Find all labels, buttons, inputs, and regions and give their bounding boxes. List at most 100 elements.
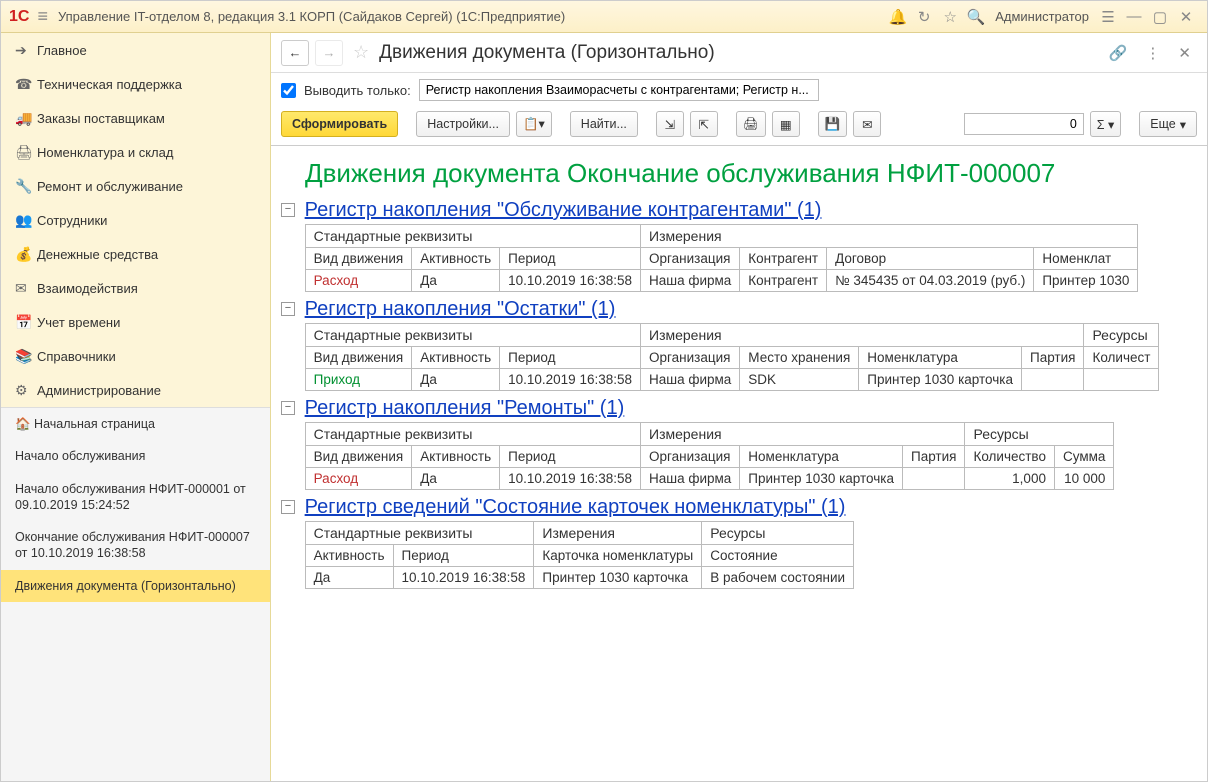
register-link-0[interactable]: Регистр накопления "Обслуживание контраг…	[305, 199, 822, 221]
mail-icon[interactable]: ✉	[853, 111, 881, 137]
sidebar-icon: ⚙	[15, 382, 37, 399]
group-header: Ресурсы	[965, 423, 1114, 446]
collapse-toggle[interactable]: −	[281, 401, 295, 415]
register-link-2[interactable]: Регистр накопления "Ремонты" (1)	[305, 397, 625, 419]
cell: Принтер 1030 карточка	[534, 567, 702, 589]
bell-icon[interactable]: 🔔	[885, 8, 911, 26]
sidebar-icon: 📅	[15, 314, 37, 331]
register-link-1[interactable]: Регистр накопления "Остатки" (1)	[305, 298, 616, 320]
open-item-2[interactable]: Начало обслуживания НФИТ-000001 от 09.10…	[1, 473, 270, 522]
minimize-icon[interactable]: —	[1121, 8, 1147, 25]
expand-icon[interactable]: ⇲	[656, 111, 684, 137]
open-item-0[interactable]: 🏠 Начальная страница	[1, 408, 270, 440]
register-link-3[interactable]: Регистр сведений "Состояние карточек ном…	[305, 496, 846, 518]
report-title: Движения документа Окончание обслуживани…	[281, 152, 1207, 193]
sidebar-item-1[interactable]: ☎Техническая поддержка	[1, 67, 270, 101]
col-header: Количество	[965, 446, 1055, 468]
col-header: Вид движения	[305, 248, 412, 270]
col-header: Период	[500, 248, 641, 270]
col-header: Организация	[641, 446, 740, 468]
cell: 10.10.2019 16:38:58	[500, 468, 641, 490]
more-button[interactable]: Еще ▾	[1139, 111, 1197, 137]
filter-checkbox[interactable]	[281, 83, 296, 98]
sidebar-item-8[interactable]: 📅Учет времени	[1, 305, 270, 339]
col-header: Договор	[827, 248, 1034, 270]
open-item-3[interactable]: Окончание обслуживания НФИТ-000007 от 10…	[1, 521, 270, 570]
group-header: Измерения	[641, 324, 1084, 347]
sidebar-icon: 🔧	[15, 178, 37, 195]
more-icon[interactable]: ⋮	[1139, 44, 1166, 62]
sidebar-item-5[interactable]: 👥Сотрудники	[1, 203, 270, 237]
home-icon: 🏠	[15, 417, 31, 431]
sidebar-item-7[interactable]: ✉Взаимодействия	[1, 271, 270, 305]
collapse-toggle[interactable]: −	[281, 500, 295, 514]
col-header: Партия	[1021, 347, 1083, 369]
save-icon[interactable]: 💾	[818, 111, 848, 137]
variants-button[interactable]: 📋▾	[516, 111, 552, 137]
cell: 10.10.2019 16:38:58	[393, 567, 534, 589]
table-row: Да10.10.2019 16:38:58Принтер 1030 карточ…	[305, 567, 853, 589]
form-button[interactable]: Сформировать	[281, 111, 398, 137]
cell: Наша фирма	[641, 468, 740, 490]
link-icon[interactable]: 🔗	[1103, 44, 1134, 62]
sidebar-item-10[interactable]: ⚙Администрирование	[1, 373, 270, 407]
menu-icon[interactable]: ≡	[37, 6, 48, 27]
page-title: Движения документа (Горизонтально)	[379, 42, 1097, 64]
register-table: Стандартные реквизитыИзмеренияРесурсы Ви…	[305, 422, 1115, 490]
close-icon[interactable]: ✕	[1173, 8, 1199, 26]
sidebar-item-0[interactable]: ➔Главное	[1, 33, 270, 67]
cell: Да	[412, 369, 500, 391]
sidebar-icon: 📚	[15, 348, 37, 365]
open-item-4[interactable]: Движения документа (Горизонтально)	[1, 570, 270, 602]
search-icon[interactable]: 🔍	[963, 8, 989, 26]
collapse-toggle[interactable]: −	[281, 302, 295, 316]
open-item-1[interactable]: Начало обслуживания	[1, 440, 270, 472]
collapse-icon[interactable]: ⇱	[690, 111, 718, 137]
register-table: Стандартные реквизитыИзмеренияРесурсы Ак…	[305, 521, 854, 589]
collapse-toggle[interactable]: −	[281, 203, 295, 217]
col-header: Номенклат	[1034, 248, 1138, 270]
maximize-icon[interactable]: ▢	[1147, 8, 1173, 26]
sidebar-item-6[interactable]: 💰Денежные средства	[1, 237, 270, 271]
col-header: Активность	[412, 446, 500, 468]
user-label[interactable]: Администратор	[989, 9, 1095, 24]
cell: Принтер 1030 карточка	[859, 369, 1022, 391]
filter-input[interactable]	[419, 79, 819, 101]
sidebar-icon: 🖨	[15, 144, 37, 161]
register-table: Стандартные реквизитыИзмерения Вид движе…	[305, 224, 1139, 292]
find-button[interactable]: Найти...	[570, 111, 638, 137]
sidebar-icon: ➔	[15, 42, 37, 59]
sidebar-item-4[interactable]: 🔧Ремонт и обслуживание	[1, 169, 270, 203]
col-header: Состояние	[702, 545, 854, 567]
forward-button[interactable]: →	[315, 40, 343, 66]
col-header: Сумма	[1054, 446, 1113, 468]
col-header: Активность	[412, 248, 500, 270]
col-header: Период	[500, 347, 641, 369]
sidebar-item-3[interactable]: 🖨Номенклатура и склад	[1, 135, 270, 169]
group-header: Стандартные реквизиты	[305, 324, 640, 347]
close-tab-icon[interactable]: ✕	[1172, 44, 1197, 62]
back-button[interactable]: ←	[281, 40, 309, 66]
group-header: Измерения	[534, 522, 702, 545]
cell: 10.10.2019 16:38:58	[500, 369, 641, 391]
sidebar-label: Взаимодействия	[37, 281, 138, 296]
sigma-button[interactable]: Σ ▾	[1090, 111, 1121, 137]
sidebar-item-2[interactable]: 🚚Заказы поставщикам	[1, 101, 270, 135]
print-icon[interactable]: 🖨	[736, 111, 766, 137]
settings-button[interactable]: Настройки...	[416, 111, 510, 137]
cell: Принтер 1030 карточка	[740, 468, 903, 490]
history-icon[interactable]: ↻	[911, 8, 937, 26]
sidebar-label: Главное	[37, 43, 87, 58]
cell: Да	[412, 270, 500, 292]
report-area: Движения документа Окончание обслуживани…	[271, 146, 1207, 781]
filter-label: Выводить только:	[304, 83, 411, 98]
group-header: Стандартные реквизиты	[305, 522, 534, 545]
sum-input[interactable]	[964, 113, 1084, 135]
settings-icon[interactable]: ☰	[1095, 8, 1121, 26]
col-header: Активность	[305, 545, 393, 567]
sidebar-item-9[interactable]: 📚Справочники	[1, 339, 270, 373]
cell: Контрагент	[740, 270, 827, 292]
star-icon[interactable]: ☆	[937, 8, 963, 26]
favorite-icon[interactable]: ☆	[353, 42, 369, 63]
table-icon[interactable]: ▦	[772, 111, 800, 137]
